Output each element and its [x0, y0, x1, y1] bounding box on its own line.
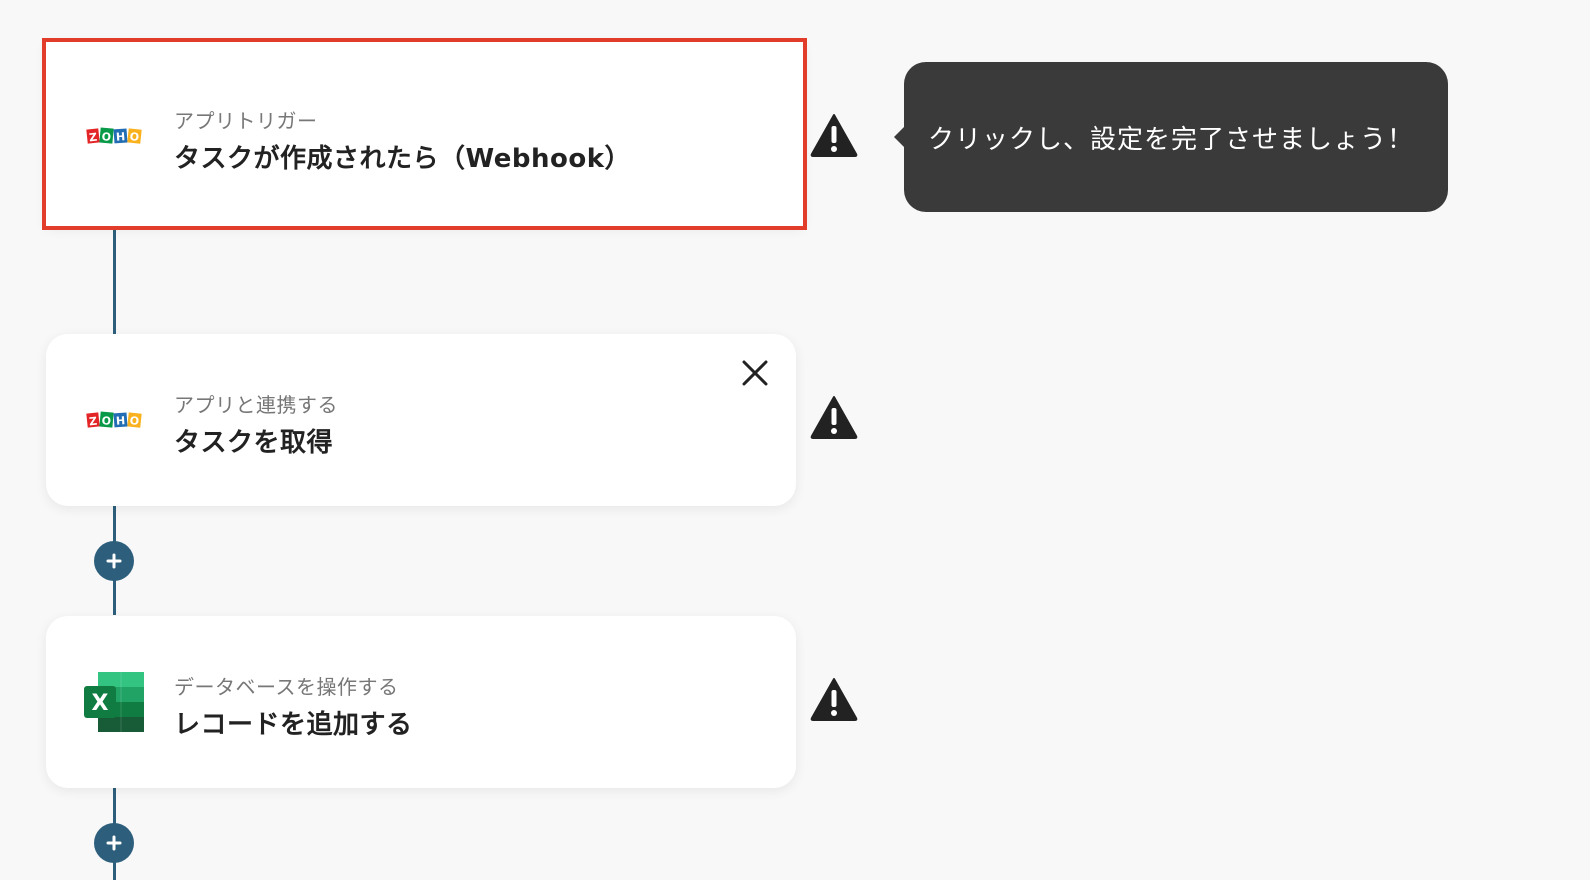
zoho-logo-icon: Z O H O — [84, 390, 144, 450]
svg-text:O: O — [129, 130, 140, 144]
plus-icon — [106, 835, 122, 851]
step-title: タスクが作成されたら（Webhook） — [174, 144, 632, 174]
add-step-button[interactable] — [94, 823, 134, 863]
svg-text:X: X — [92, 691, 109, 716]
warning-icon — [809, 394, 859, 440]
flow-step-get-task[interactable]: Z O H O アプリと連携する タスクを取得 — [46, 334, 796, 506]
svg-text:O: O — [129, 414, 140, 428]
tooltip-text: クリックし、設定を完了させましょう！ — [928, 124, 1415, 155]
step-subtitle: アプリトリガー — [174, 109, 318, 133]
excel-logo-icon: X — [84, 672, 144, 732]
step-subtitle: アプリと連携する — [174, 393, 338, 417]
add-step-button[interactable] — [94, 541, 134, 581]
step-subtitle: データベースを操作する — [174, 675, 399, 699]
warning-icon — [809, 112, 859, 158]
plus-icon — [106, 553, 122, 569]
flow-step-add-record[interactable]: X データベースを操作する レコードを追加する — [46, 616, 796, 788]
close-icon[interactable] — [740, 358, 770, 388]
zoho-logo-icon: Z O H O — [84, 106, 144, 166]
flow-connector — [113, 226, 116, 334]
svg-text:H: H — [116, 130, 126, 144]
step-title: レコードを追加する — [174, 710, 413, 740]
svg-text:Z: Z — [89, 131, 98, 145]
warning-icon — [809, 676, 859, 722]
svg-text:O: O — [101, 130, 111, 144]
svg-text:Z: Z — [89, 415, 98, 429]
svg-text:O: O — [101, 414, 111, 428]
flow-step-trigger[interactable]: Z O H O アプリトリガー タスクが作成されたら（Webhook） — [46, 42, 803, 226]
svg-text:H: H — [116, 414, 126, 428]
step-title: タスクを取得 — [174, 428, 334, 458]
setup-tooltip: クリックし、設定を完了させましょう！ — [894, 62, 1448, 212]
